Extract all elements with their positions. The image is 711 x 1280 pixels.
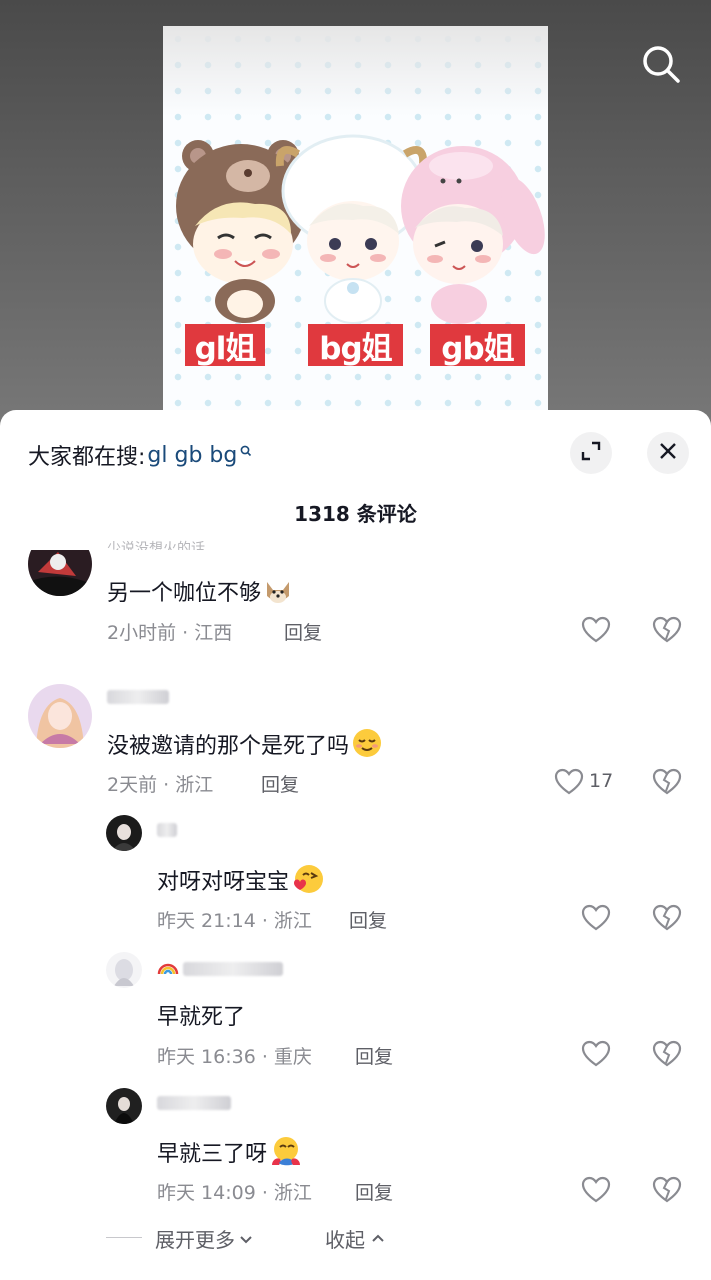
comment-time-location: 2天前 · 浙江 (107, 774, 214, 796)
avatar[interactable] (106, 952, 142, 988)
reply-button[interactable]: 回复 (355, 1178, 393, 1205)
reply-text: 早就三了呀 (157, 1135, 303, 1173)
collapse-label: 收起 (325, 1228, 365, 1252)
hugging-face-emoji (269, 1135, 303, 1173)
expand-more-replies-button[interactable]: 展开更多 (155, 1224, 253, 1253)
heart-icon[interactable] (580, 902, 612, 934)
broken-heart-icon[interactable] (651, 902, 683, 934)
comment-time-location: 2小时前 · 江西 (107, 622, 233, 644)
comment-username[interactable]: 少说没想火的话 (107, 538, 205, 550)
reply-username[interactable] (157, 1096, 231, 1114)
kissing-heart-emoji (291, 863, 325, 901)
relieved-face-emoji (351, 727, 383, 765)
video-cover-image: gl姐 bg姐 gb姐 (163, 26, 548, 430)
like-count: 17 (589, 770, 614, 792)
reply-button[interactable]: 回复 (261, 770, 299, 797)
broken-heart-icon[interactable] (651, 1038, 683, 1070)
heart-icon[interactable] (580, 614, 612, 646)
reply-button[interactable]: 回复 (284, 618, 322, 645)
reply-username[interactable] (157, 823, 177, 841)
search-icon[interactable] (636, 40, 686, 90)
searched-label: 大家都在搜: (28, 445, 146, 470)
cover-tag-gb: gb姐 (430, 324, 525, 367)
reply-button[interactable]: 回复 (349, 906, 387, 933)
chevron-up-icon (371, 1226, 385, 1250)
avatar[interactable] (28, 684, 92, 748)
broken-heart-icon[interactable] (651, 1174, 683, 1206)
reply-button[interactable]: 回复 (355, 1042, 393, 1069)
heart-icon[interactable] (580, 1038, 612, 1070)
reply-time-location: 昨天 21:14 · 浙江 (157, 910, 312, 932)
avatar[interactable] (106, 815, 142, 851)
comment-text: 没被邀请的那个是死了吗 (107, 727, 383, 765)
close-icon (657, 440, 679, 466)
chevron-down-icon (239, 1228, 253, 1252)
reply-time-location: 昨天 16:36 · 重庆 (157, 1046, 312, 1068)
comment-count: 1318 条评论 (294, 502, 417, 526)
small-search-icon (240, 438, 252, 463)
video-player[interactable]: gl姐 bg姐 gb姐 (0, 0, 711, 430)
reply-username[interactable] (157, 958, 283, 980)
reply-time-location: 昨天 14:09 · 浙江 (157, 1182, 312, 1204)
comment-username[interactable] (107, 690, 169, 708)
expand-icon (580, 440, 602, 466)
rainbow-icon (157, 958, 179, 980)
everyone-searching-bar[interactable]: 大家都在搜: gl gb bg (28, 439, 252, 471)
reply-text: 对呀对呀宝宝 (157, 863, 325, 901)
chibi-characters-illustration (176, 134, 545, 324)
cover-tag-gl: gl姐 (185, 324, 265, 367)
shiba-dog-emoji (263, 576, 293, 612)
collapse-replies-button[interactable]: 收起 (325, 1224, 385, 1253)
heart-icon[interactable] (553, 766, 585, 798)
divider-line (106, 1237, 142, 1238)
comments-panel: 大家都在搜: gl gb bg 1318 条评论 少说没想火的话 另一个咖位不够… (0, 410, 711, 1280)
searched-terms-link[interactable]: gl gb bg (147, 443, 237, 468)
heart-icon[interactable] (580, 1174, 612, 1206)
close-button[interactable] (647, 432, 689, 474)
avatar[interactable] (106, 1088, 142, 1124)
cover-tag-bg: bg姐 (308, 324, 403, 367)
expand-fullscreen-button[interactable] (570, 432, 612, 474)
expand-more-label: 展开更多 (155, 1228, 235, 1252)
broken-heart-icon[interactable] (651, 766, 683, 798)
reply-text: 早就死了 (157, 1005, 246, 1030)
comment-text: 另一个咖位不够 (107, 575, 293, 612)
broken-heart-icon[interactable] (651, 614, 683, 646)
avatar[interactable] (28, 550, 92, 596)
